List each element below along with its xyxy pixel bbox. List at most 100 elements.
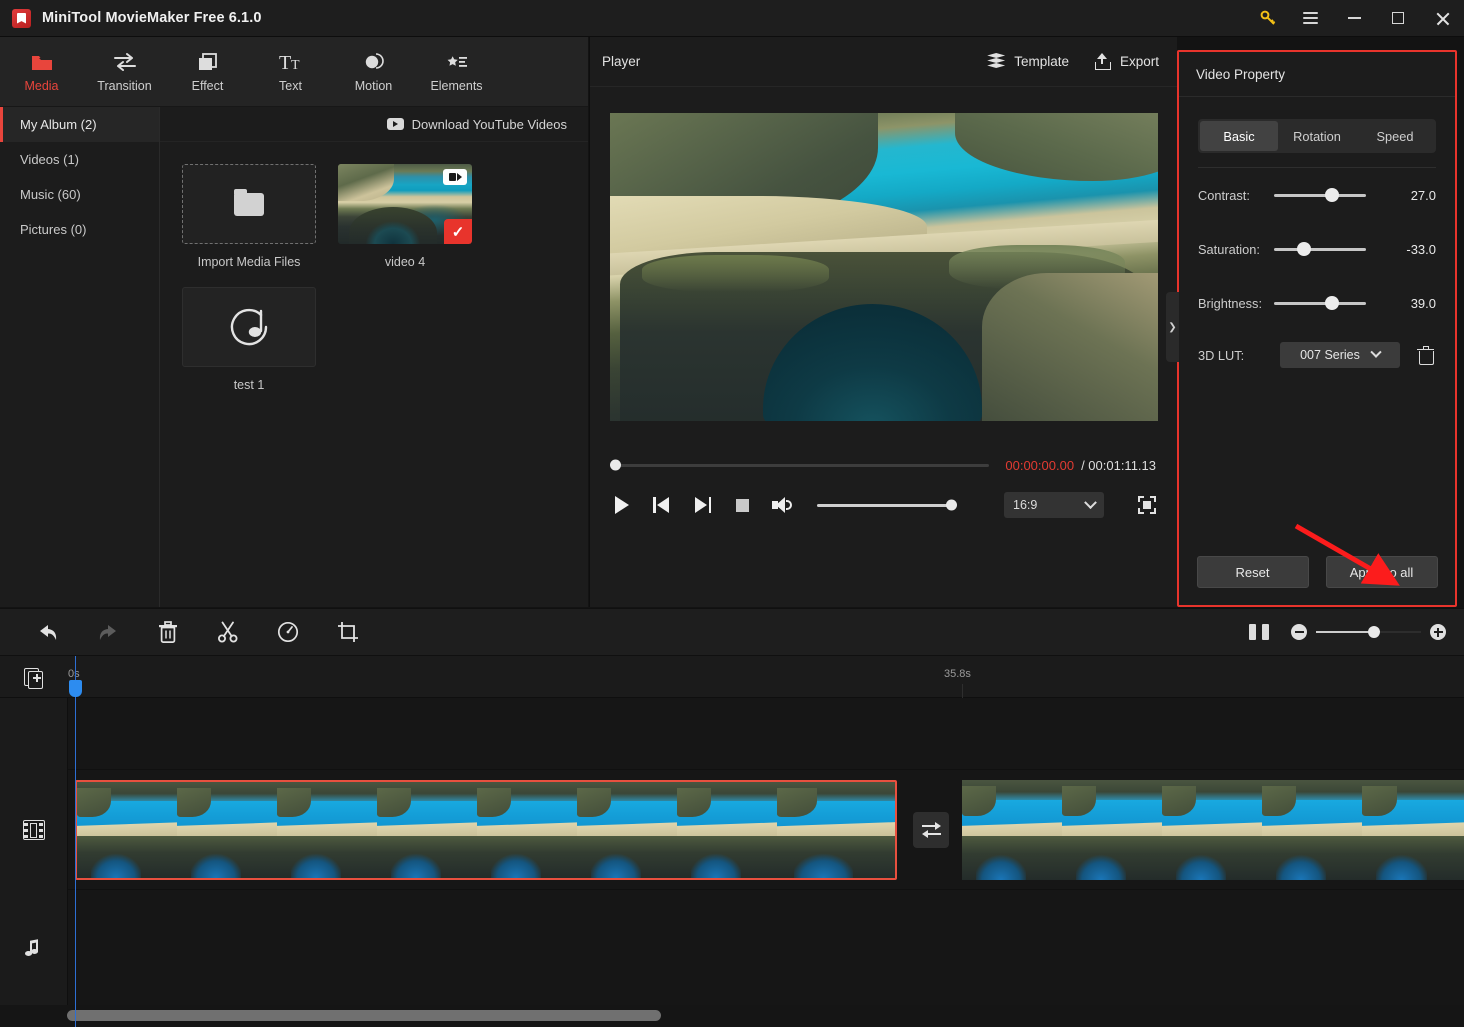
previous-frame-button[interactable] (651, 494, 673, 516)
timeline: 0s 35.8s (0, 656, 1464, 1027)
tab-rotation[interactable]: Rotation (1278, 121, 1356, 151)
export-button[interactable]: Export (1095, 54, 1159, 70)
ribbon-tab-text[interactable]: TT Text (249, 37, 332, 107)
add-media-icon[interactable] (24, 668, 43, 687)
sidebar-item-label: My Album (2) (20, 117, 97, 132)
video-preview[interactable] (610, 113, 1158, 421)
timeline-lane-overlay[interactable] (68, 698, 1464, 770)
zoom-slider-handle[interactable] (1368, 626, 1380, 638)
ribbon-tab-motion[interactable]: Motion (332, 37, 415, 107)
timeline-ruler[interactable]: 0s 35.8s (0, 656, 1464, 698)
brightness-slider[interactable] (1274, 296, 1366, 310)
reset-button[interactable]: Reset (1197, 556, 1309, 588)
playhead-handle[interactable] (69, 680, 82, 697)
import-dropzone[interactable] (182, 164, 316, 244)
ribbon-label: Elements (430, 79, 482, 93)
zoom-out-button[interactable] (1291, 624, 1307, 640)
collapse-panel-chevron-icon[interactable]: ❯ (1166, 292, 1179, 362)
download-youtube-button[interactable]: Download YouTube Videos (160, 107, 588, 142)
media-item-import[interactable]: Import Media Files (182, 164, 316, 269)
text-tt-icon: TT (279, 50, 303, 72)
apply-to-all-button[interactable]: Apply to all (1326, 556, 1438, 588)
timeline-clip-2[interactable] (962, 780, 1464, 880)
zoom-in-button[interactable] (1430, 624, 1446, 640)
timeline-lane-audio[interactable] (68, 890, 1464, 1010)
maximize-button[interactable] (1376, 0, 1420, 37)
timeline-clip-1[interactable] (75, 780, 897, 880)
sidebar-item-pictures[interactable]: Pictures (0) (0, 212, 159, 247)
video-property-panel: ❯ Video Property Basic Rotation Speed Co… (1177, 50, 1457, 607)
track-head-audio (0, 890, 68, 1010)
property-tabs: Basic Rotation Speed (1198, 119, 1436, 153)
ribbon-tab-effect[interactable]: Effect (166, 37, 249, 107)
contrast-row: Contrast: 27.0 (1179, 168, 1455, 222)
zoom-slider[interactable] (1316, 631, 1421, 634)
crop-button[interactable] (328, 612, 368, 652)
playhead[interactable] (75, 656, 76, 1027)
play-button[interactable] (611, 494, 633, 516)
speed-button[interactable] (268, 612, 308, 652)
ribbon-label: Text (279, 79, 302, 93)
fullscreen-button[interactable] (1138, 496, 1156, 514)
saturation-value: -33.0 (1392, 242, 1436, 257)
saturation-slider[interactable] (1274, 242, 1366, 256)
tab-speed[interactable]: Speed (1356, 121, 1434, 151)
stop-button[interactable] (731, 494, 753, 516)
close-button[interactable] (1420, 0, 1464, 37)
timeline-scrollbar[interactable] (0, 1005, 1464, 1027)
media-thumbnail[interactable]: ✓ (338, 164, 472, 244)
next-frame-button[interactable] (691, 494, 713, 516)
timeline-scrollbar-thumb[interactable] (67, 1010, 661, 1021)
lut-select[interactable]: 007 Series (1280, 342, 1400, 368)
split-scissors-button[interactable] (208, 612, 248, 652)
undo-button[interactable] (28, 612, 68, 652)
add-transition-button[interactable] (913, 812, 949, 848)
slider-handle[interactable] (1325, 188, 1339, 202)
ribbon-tab-media[interactable]: Media (0, 37, 83, 107)
template-button[interactable]: Template (987, 54, 1069, 70)
volume-handle[interactable] (946, 500, 957, 511)
preview-vegetation-left (642, 255, 828, 292)
timeline-lane-video[interactable] (68, 770, 1464, 890)
sidebar-item-label: Videos (1) (20, 152, 79, 167)
volume-slider[interactable] (817, 504, 952, 507)
volume-icon[interactable] (771, 494, 793, 516)
lut-label: 3D LUT: (1198, 348, 1274, 363)
key-icon[interactable] (1248, 0, 1288, 37)
sidebar-item-my-album[interactable]: My Album (2) (0, 107, 159, 142)
ribbon-label: Transition (97, 79, 151, 93)
slider-handle[interactable] (1297, 242, 1311, 256)
saturation-label: Saturation: (1198, 242, 1274, 257)
saturation-row: Saturation: -33.0 (1179, 222, 1455, 276)
sidebar-item-music[interactable]: Music (60) (0, 177, 159, 212)
ruler-tick-start: 0s (68, 668, 80, 680)
audio-thumbnail[interactable] (182, 287, 316, 367)
menu-icon[interactable] (1288, 0, 1332, 37)
media-item-test-1[interactable]: test 1 (182, 287, 316, 392)
redo-button[interactable] (88, 612, 128, 652)
app-logo-icon (12, 9, 31, 28)
aspect-ratio-select[interactable]: 16:9 (1004, 492, 1104, 518)
delete-lut-trash-icon[interactable] (1418, 347, 1433, 364)
app-title: MiniTool MovieMaker Free 6.1.0 (42, 10, 262, 26)
tab-basic[interactable]: Basic (1200, 121, 1278, 151)
player-header: Player Template Export (590, 37, 1177, 87)
fit-timeline-icon[interactable] (1249, 622, 1269, 642)
svg-text:T: T (291, 58, 300, 72)
media-grid: Import Media Files ✓ video 4 (160, 142, 560, 392)
contrast-label: Contrast: (1198, 188, 1274, 203)
library-sidebar: My Album (2) Videos (1) Music (60) Pictu… (0, 107, 160, 607)
preview-rock-right (982, 273, 1157, 421)
track-head-video (0, 770, 68, 890)
contrast-slider[interactable] (1274, 188, 1366, 202)
minimize-button[interactable] (1332, 0, 1376, 37)
media-item-video-4[interactable]: ✓ video 4 (338, 164, 472, 269)
seek-handle[interactable] (610, 460, 621, 471)
ribbon-tab-elements[interactable]: Elements (415, 37, 498, 107)
ribbon-tab-transition[interactable]: Transition (83, 37, 166, 107)
delete-button[interactable] (148, 612, 188, 652)
sidebar-item-videos[interactable]: Videos (1) (0, 142, 159, 177)
seek-slider[interactable] (611, 464, 989, 467)
slider-handle[interactable] (1325, 296, 1339, 310)
main-ribbon: Media Transition Effect TT Text Motion (0, 37, 588, 107)
